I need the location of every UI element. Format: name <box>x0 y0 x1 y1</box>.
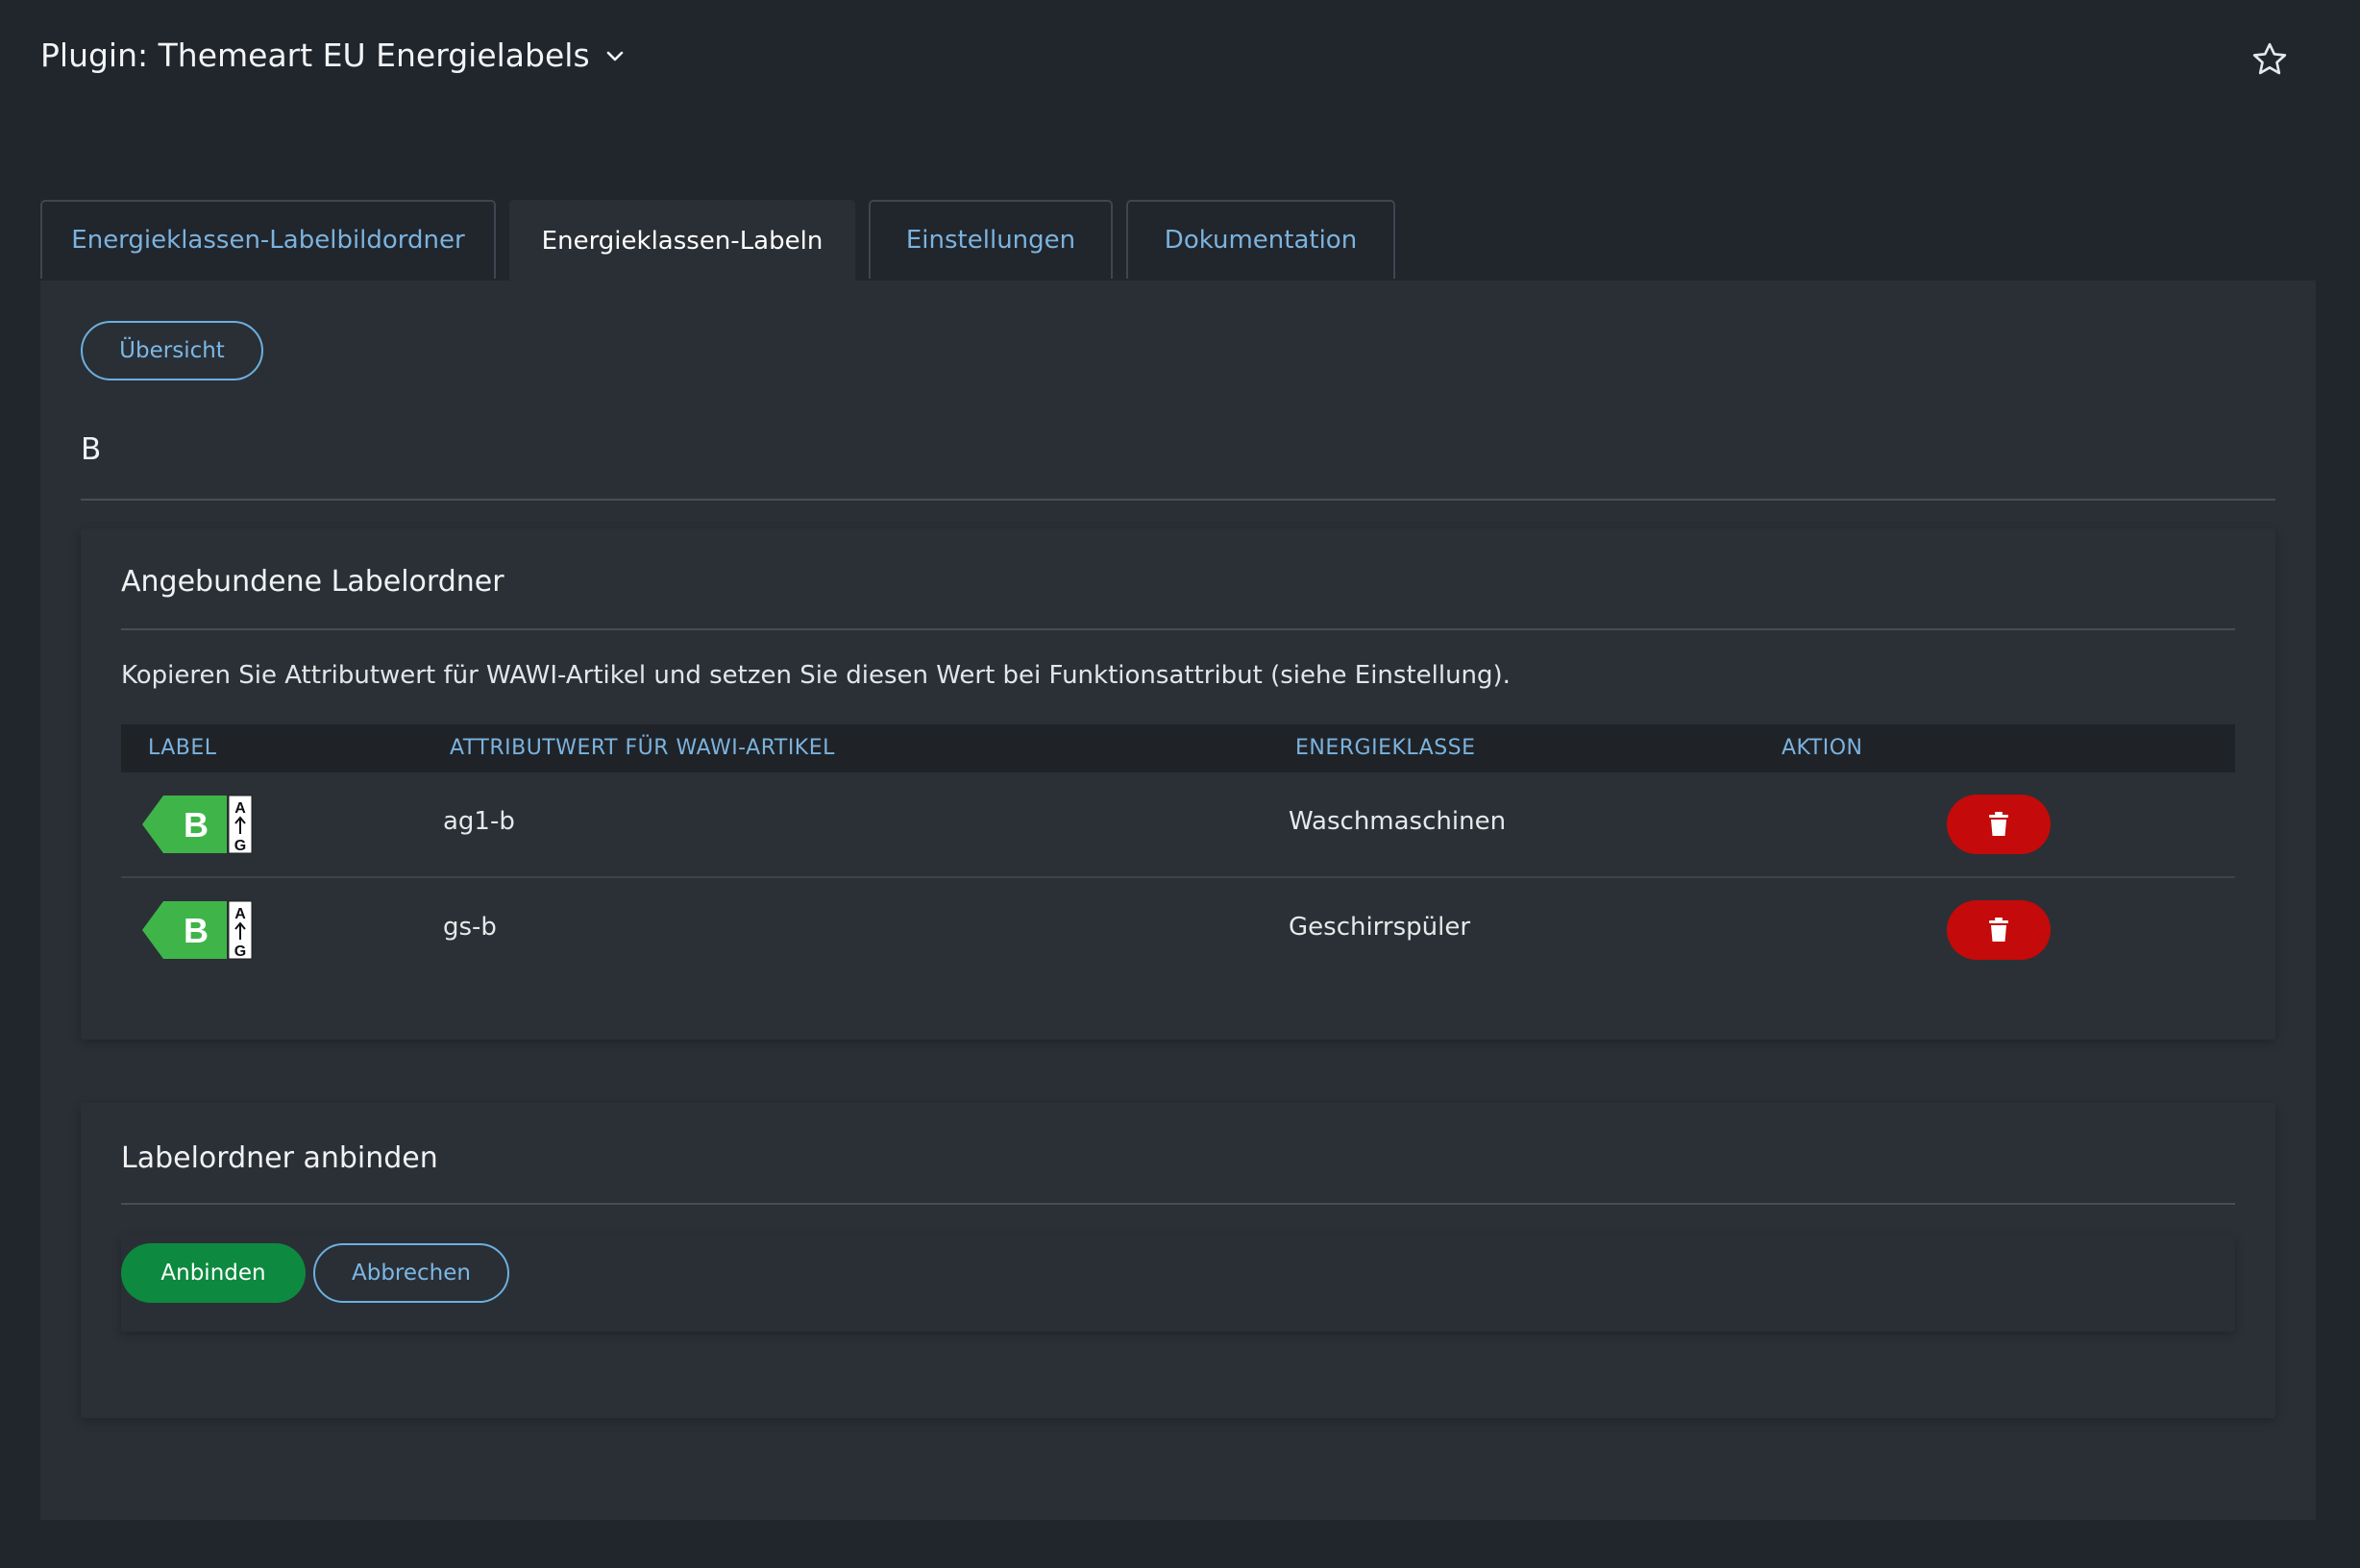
column-header-action: AKTION <box>1782 736 1863 760</box>
linked-folders-card: Angebundene Labelordner Kopieren Sie Att… <box>81 528 2275 1040</box>
bind-folder-card: Labelordner anbinden Anbinden Abbrechen <box>81 1103 2275 1418</box>
tab-labeln[interactable]: Energieklassen-Labeln <box>509 200 855 281</box>
tab-labelbildordner[interactable]: Energieklassen-Labelbildordner <box>40 200 496 279</box>
column-header-attribute: ATTRIBUTWERT FÜR WAWI-ARTIKEL <box>450 736 835 760</box>
energy-label-badge: B A G <box>142 900 253 960</box>
card-title: Labelordner anbinden <box>121 1141 438 1175</box>
energy-class: Waschmaschinen <box>1289 807 1507 836</box>
trash-icon <box>1989 918 2008 942</box>
tab-bar: Energieklassen-Labelbildordner Energiekl… <box>40 200 1409 281</box>
column-header-label: LABEL <box>148 736 217 760</box>
divider <box>121 1203 2235 1205</box>
section-heading: B <box>81 432 102 467</box>
card-description: Kopieren Sie Attributwert für WAWI-Artik… <box>121 661 1511 690</box>
chevron-down-icon[interactable] <box>603 44 627 67</box>
table-row: B A G gs-b Geschirrspüler <box>121 878 2235 982</box>
energy-label-badge: B A G <box>142 795 253 854</box>
column-header-energy-class: ENERGIEKLASSE <box>1295 736 1476 760</box>
table-header: LABEL ATTRIBUTWERT FÜR WAWI-ARTIKEL ENER… <box>121 724 2235 772</box>
svg-text:G: G <box>234 838 246 854</box>
divider <box>121 628 2235 630</box>
divider <box>81 499 2275 501</box>
energy-class-letter: B <box>184 805 209 845</box>
attribute-value: ag1-b <box>443 807 515 836</box>
svg-text:G: G <box>234 943 246 960</box>
energy-class-letter: B <box>184 911 209 950</box>
delete-button[interactable] <box>1947 795 2051 854</box>
energy-class: Geschirrspüler <box>1289 913 1471 942</box>
card-title: Angebundene Labelordner <box>121 565 504 599</box>
tab-dokumentation[interactable]: Dokumentation <box>1126 200 1395 279</box>
trash-icon <box>1989 812 2008 836</box>
delete-button[interactable] <box>1947 900 2051 960</box>
svg-text:A: A <box>234 800 246 817</box>
linked-folders-table: LABEL ATTRIBUTWERT FÜR WAWI-ARTIKEL ENER… <box>121 724 2235 982</box>
page-title-text: Plugin: Themeart EU Energielabels <box>40 37 590 74</box>
tab-content: Übersicht B Angebundene Labelordner Kopi… <box>40 281 2316 1520</box>
table-row: B A G ag1-b Waschmaschinen <box>121 772 2235 878</box>
bind-button[interactable]: Anbinden <box>121 1243 306 1303</box>
page-title[interactable]: Plugin: Themeart EU Energielabels <box>40 37 627 74</box>
star-icon[interactable] <box>2250 40 2289 79</box>
cancel-button[interactable]: Abbrechen <box>313 1243 509 1303</box>
attribute-value: gs-b <box>443 913 497 942</box>
overview-button[interactable]: Übersicht <box>81 321 263 380</box>
tab-einstellungen[interactable]: Einstellungen <box>869 200 1113 279</box>
svg-text:A: A <box>234 906 246 922</box>
bind-form-panel: Anbinden Abbrechen <box>121 1236 2235 1332</box>
